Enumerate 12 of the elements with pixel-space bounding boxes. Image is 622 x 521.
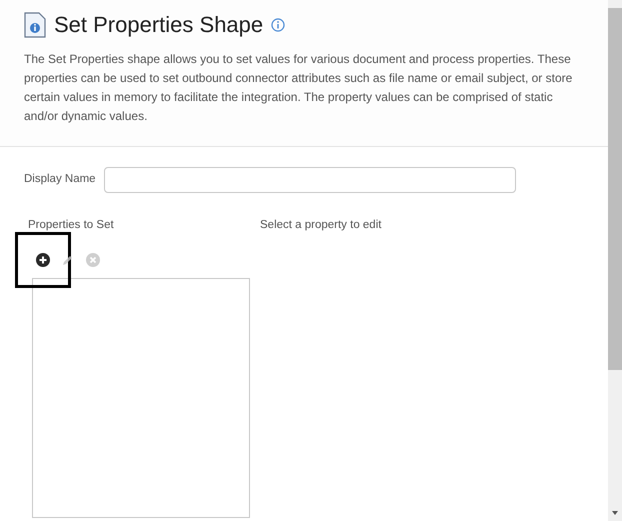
page-title: Set Properties Shape <box>54 14 264 36</box>
plus-circle-icon <box>36 253 50 268</box>
editor-hint: Select a property to edit <box>260 218 382 233</box>
close-circle-icon <box>86 253 100 268</box>
info-icon[interactable] <box>271 18 286 32</box>
properties-label: Properties to Set <box>28 218 115 233</box>
scrollbar-thumb[interactable] <box>608 8 622 370</box>
document-info-icon <box>24 12 46 38</box>
display-name-field[interactable] <box>104 167 516 193</box>
pencil-icon <box>62 254 74 266</box>
display-name-label: Display Name <box>24 172 96 188</box>
description-text: The Set Properties shape allows you to set values for various document and process properties. These properties can be used to set outbound connector attributes such as file name or email subject, or store certain values in memory to facilitate the integration. The property values can be comprised of static and/or dynamic values. <box>24 51 574 125</box>
